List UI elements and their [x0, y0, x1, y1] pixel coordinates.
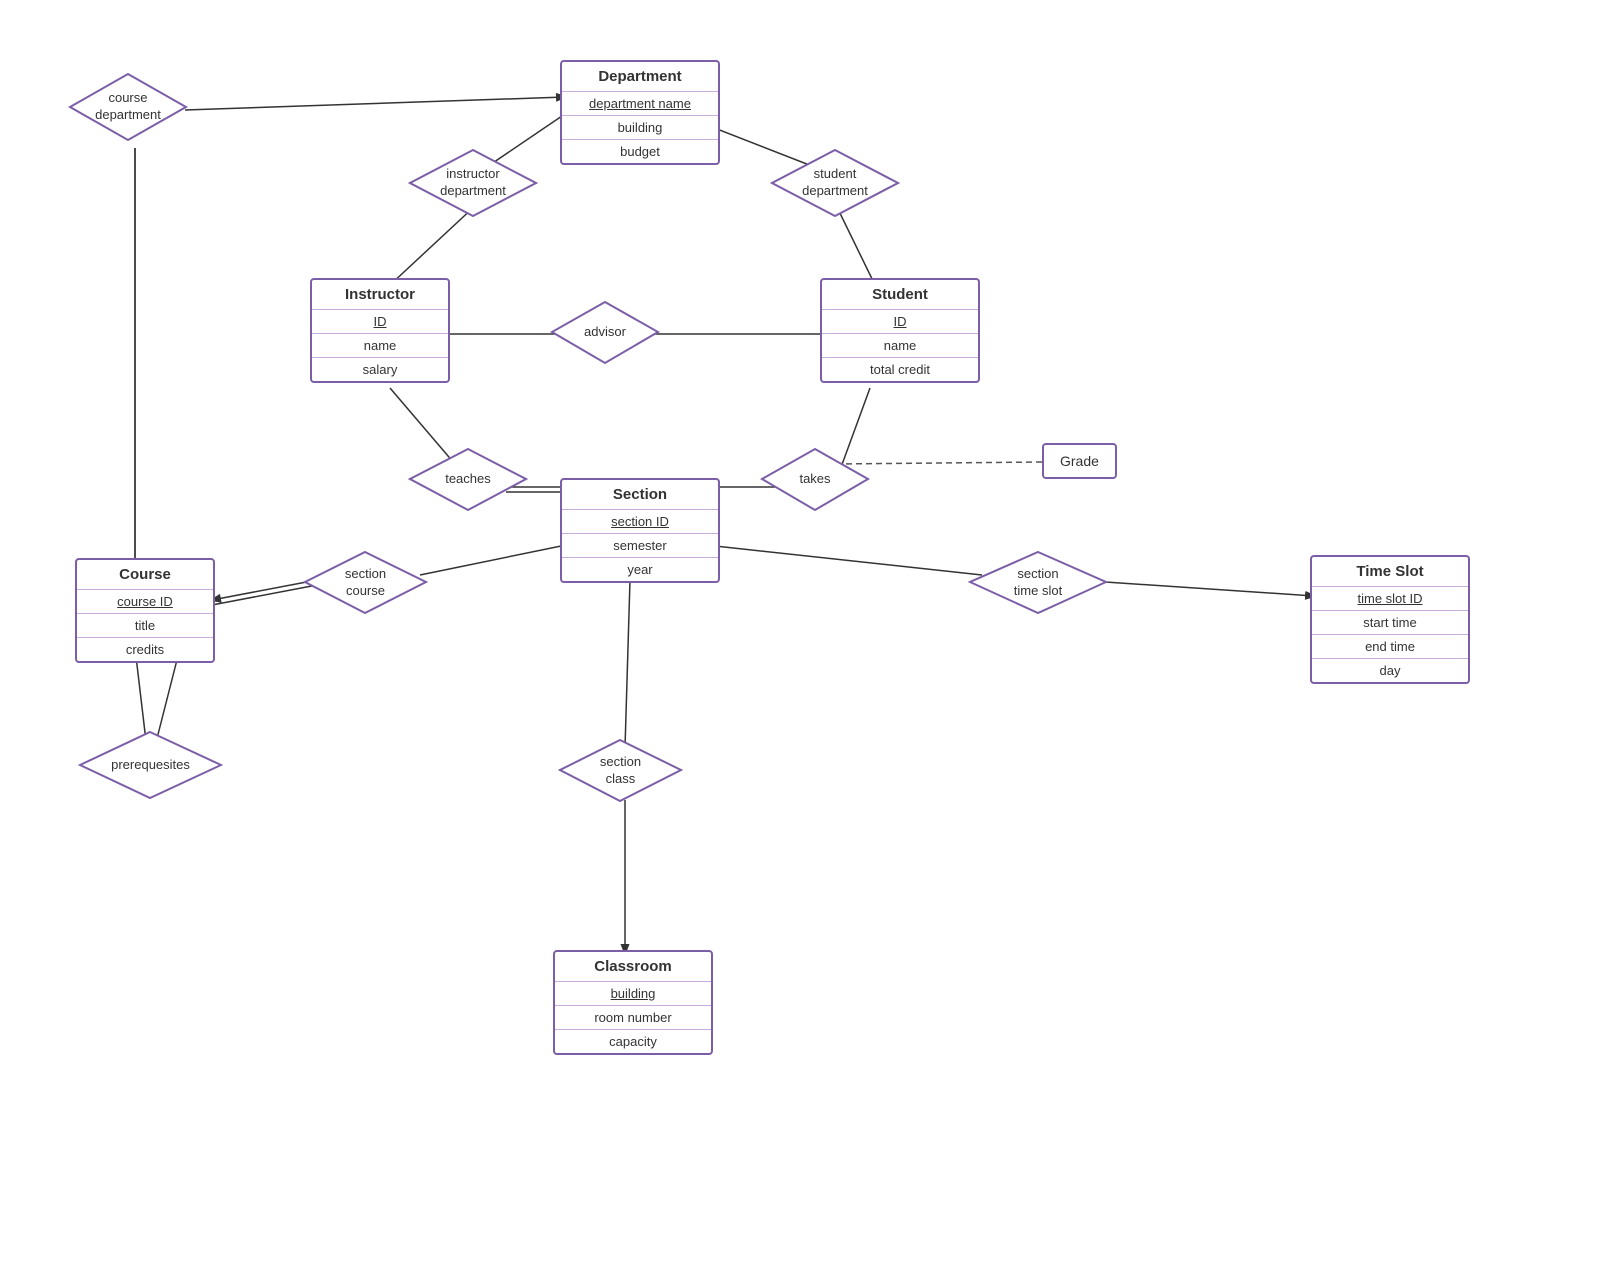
entity-department: Department department name building budg…: [560, 60, 720, 165]
grade-box: Grade: [1042, 443, 1117, 479]
instructor-attr-salary: salary: [312, 357, 448, 381]
timeslot-attr-end: end time: [1312, 634, 1468, 658]
instructor-title: Instructor: [312, 280, 448, 309]
diamond-prereq-label: prerequesites: [111, 757, 190, 774]
diamond-student-dept: studentdepartment: [770, 148, 900, 218]
diamond-student-dept-label: studentdepartment: [802, 166, 868, 200]
diamond-section-course-label: sectioncourse: [345, 566, 386, 600]
diamond-takes-label: takes: [799, 471, 830, 488]
classroom-attr-building: building: [555, 981, 711, 1005]
diamond-instructor-dept: instructordepartment: [408, 148, 538, 218]
diamond-course-dept: coursedepartment: [68, 72, 188, 142]
course-attr-id: course ID: [77, 589, 213, 613]
timeslot-attr-start: start time: [1312, 610, 1468, 634]
entity-timeslot: Time Slot time slot ID start time end ti…: [1310, 555, 1470, 684]
classroom-attr-room: room number: [555, 1005, 711, 1029]
timeslot-title: Time Slot: [1312, 557, 1468, 586]
diamond-section-course: sectioncourse: [303, 550, 428, 615]
instructor-attr-name: name: [312, 333, 448, 357]
diamond-teaches: teaches: [408, 447, 528, 512]
section-title: Section: [562, 480, 718, 509]
entity-classroom: Classroom building room number capacity: [553, 950, 713, 1055]
diamond-instructor-dept-label: instructordepartment: [440, 166, 506, 200]
course-title: Course: [77, 560, 213, 589]
grade-label: Grade: [1060, 453, 1099, 469]
diamond-course-dept-label: coursedepartment: [95, 90, 161, 124]
entity-student: Student ID name total credit: [820, 278, 980, 383]
classroom-title: Classroom: [555, 952, 711, 981]
diamond-section-timeslot-label: sectiontime slot: [1014, 566, 1062, 600]
diamond-section-class: sectionclass: [558, 738, 683, 803]
diamond-advisor: advisor: [550, 300, 660, 365]
course-attr-title: title: [77, 613, 213, 637]
section-attr-id: section ID: [562, 509, 718, 533]
diamond-prereq: prerequesites: [78, 730, 223, 800]
course-attr-credits: credits: [77, 637, 213, 661]
classroom-attr-capacity: capacity: [555, 1029, 711, 1053]
dept-title: Department: [562, 62, 718, 91]
diamond-takes: takes: [760, 447, 870, 512]
er-diagram: Department department name building budg…: [0, 0, 1600, 1280]
entity-instructor: Instructor ID name salary: [310, 278, 450, 383]
timeslot-attr-day: day: [1312, 658, 1468, 682]
dept-attr-budget: budget: [562, 139, 718, 163]
student-attr-name: name: [822, 333, 978, 357]
entity-section: Section section ID semester year: [560, 478, 720, 583]
instructor-attr-id: ID: [312, 309, 448, 333]
section-attr-year: year: [562, 557, 718, 581]
entity-course: Course course ID title credits: [75, 558, 215, 663]
diamond-section-class-label: sectionclass: [600, 754, 641, 788]
student-attr-credit: total credit: [822, 357, 978, 381]
section-attr-semester: semester: [562, 533, 718, 557]
timeslot-attr-id: time slot ID: [1312, 586, 1468, 610]
student-attr-id: ID: [822, 309, 978, 333]
dept-attr-building: building: [562, 115, 718, 139]
diamond-teaches-label: teaches: [445, 471, 491, 488]
dept-attr-name: department name: [562, 91, 718, 115]
diamond-advisor-label: advisor: [584, 324, 626, 341]
diamond-section-timeslot: sectiontime slot: [968, 550, 1108, 615]
student-title: Student: [822, 280, 978, 309]
